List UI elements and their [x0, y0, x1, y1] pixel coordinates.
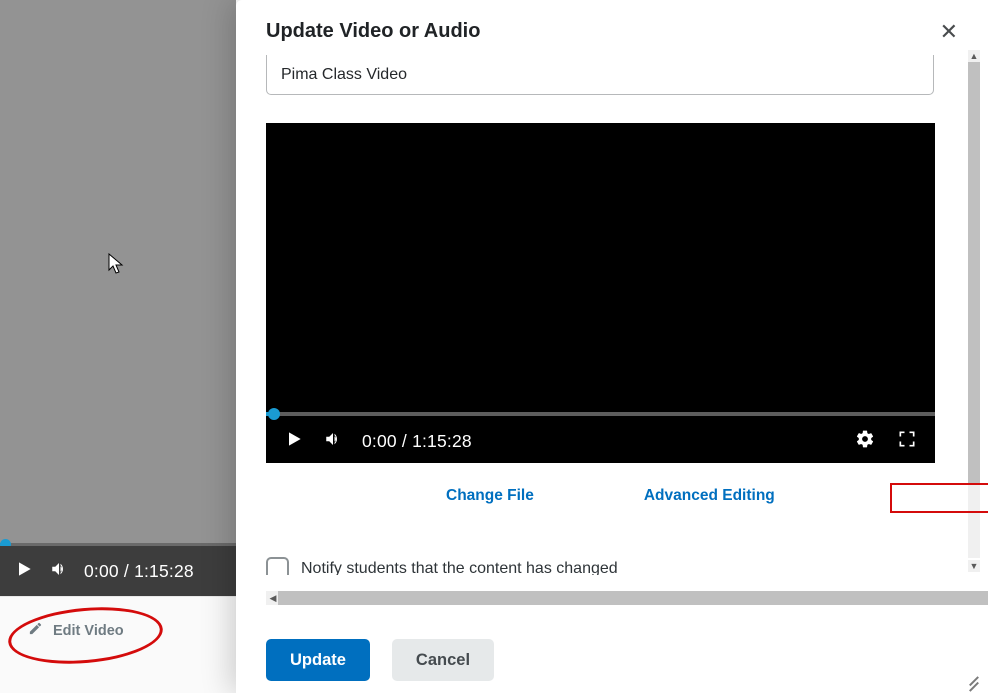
notify-checkbox[interactable]	[266, 557, 289, 575]
edit-video-link[interactable]: Edit Video	[28, 621, 124, 640]
time-display: 0:00 / 1:15:28	[362, 431, 472, 452]
notify-row: Notify students that the content has cha…	[266, 557, 946, 575]
notify-label: Notify students that the content has cha…	[301, 560, 618, 576]
scrollbar-horizontal-thumb[interactable]	[278, 591, 988, 605]
triangle-left-icon: ◀	[270, 594, 277, 603]
resize-grip[interactable]	[964, 669, 980, 685]
fullscreen-icon[interactable]	[897, 429, 917, 454]
video-title-value: Pima Class Video	[281, 66, 407, 84]
video-action-links: Change File Advanced Editing	[266, 487, 946, 505]
change-file-link[interactable]: Change File	[446, 487, 534, 505]
triangle-down-icon: ▼	[970, 562, 979, 571]
gear-icon[interactable]	[855, 429, 875, 454]
background-video-area	[0, 0, 236, 596]
modal-scroll-body: Pima Class Video 0:00 / 1:15:28	[266, 55, 946, 575]
video-title-field[interactable]: Pima Class Video	[266, 55, 934, 95]
play-icon[interactable]	[284, 429, 304, 454]
scrollbar-down-arrow[interactable]: ▼	[968, 560, 980, 572]
modal-title: Update Video or Audio	[266, 20, 480, 43]
pencil-icon	[28, 621, 43, 640]
close-icon: ✕	[940, 19, 958, 44]
cancel-button[interactable]: Cancel	[392, 639, 494, 681]
modal-header: Update Video or Audio ✕	[236, 0, 988, 55]
video-player[interactable]: 0:00 / 1:15:28	[266, 123, 935, 463]
background-player-controls: 0:00 / 1:15:28	[0, 546, 236, 596]
play-icon[interactable]	[14, 559, 34, 584]
volume-icon[interactable]	[324, 430, 342, 453]
close-button[interactable]: ✕	[940, 21, 958, 43]
video-controls: 0:00 / 1:15:28	[266, 419, 935, 463]
modal-footer: Update Cancel	[266, 639, 494, 681]
update-button[interactable]: Update	[266, 639, 370, 681]
background-time-display: 0:00 / 1:15:28	[84, 561, 194, 582]
advanced-editing-link[interactable]: Advanced Editing	[644, 487, 775, 505]
edit-video-label: Edit Video	[53, 623, 124, 639]
background-edit-bar: Edit Video	[0, 596, 236, 693]
update-video-modal: Update Video or Audio ✕ Pima Class Video	[236, 0, 988, 693]
volume-icon[interactable]	[50, 560, 68, 583]
scrollbar-vertical-thumb[interactable]	[968, 62, 980, 483]
seek-track[interactable]	[266, 412, 935, 416]
